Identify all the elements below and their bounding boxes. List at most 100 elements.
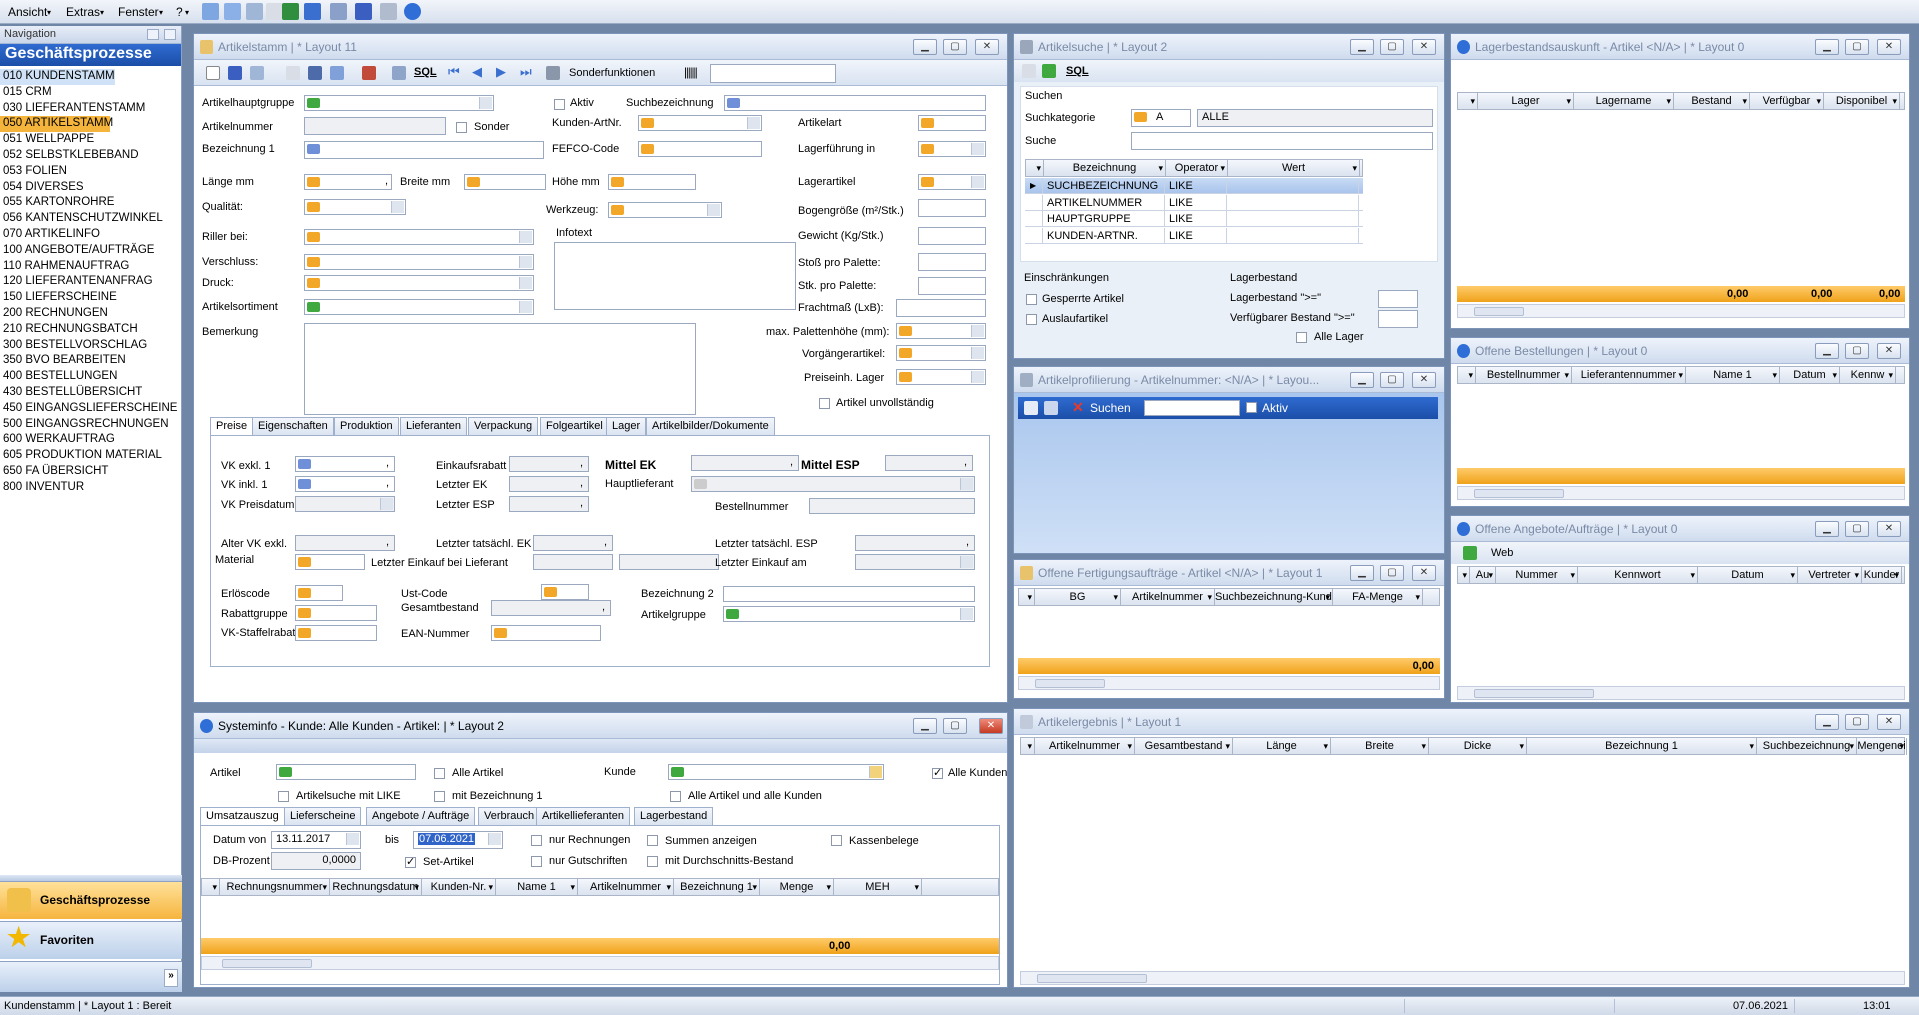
column-header[interactable]: Verfügbar: [1750, 93, 1824, 110]
kunde-input[interactable]: [668, 764, 884, 780]
column-header[interactable]: Lieferantennummer: [1572, 367, 1686, 384]
refresh-icon[interactable]: [202, 3, 219, 20]
column-header[interactable]: Kunder: [1862, 567, 1902, 584]
column-header[interactable]: Bestellnummer: [1476, 367, 1572, 384]
qualitaet-input[interactable]: [304, 199, 406, 215]
maximize-button[interactable]: ▢: [943, 39, 967, 55]
copy-icon[interactable]: [250, 66, 264, 80]
sonderfunktionen-menu[interactable]: Sonderfunktionen: [569, 67, 655, 79]
preiseinh-lager-input[interactable]: [896, 369, 986, 385]
nur-rechnungen-checkbox[interactable]: [531, 835, 542, 846]
ean-nummer-input[interactable]: [491, 625, 601, 641]
alle-kunden-checkbox[interactable]: [932, 766, 943, 779]
nav-item[interactable]: 053 FOLIEN: [0, 164, 181, 180]
letzter-lieferant-input-2[interactable]: [619, 554, 719, 570]
gesperrte-artikel-checkbox[interactable]: [1026, 294, 1037, 305]
druck-input[interactable]: [304, 275, 534, 291]
column-header[interactable]: Bezeichnung: [1044, 160, 1166, 177]
column-header[interactable]: Datum: [1698, 567, 1798, 584]
hauptlieferant-input[interactable]: [691, 476, 975, 492]
scrollbar-thumb[interactable]: [222, 959, 312, 968]
bestellungen-scrollbar[interactable]: [1457, 486, 1905, 500]
artikel-input[interactable]: [276, 764, 416, 780]
binoculars-icon[interactable]: [308, 66, 322, 80]
tab-item[interactable]: Produktion: [334, 417, 399, 435]
first-record-icon[interactable]: ⏮: [448, 64, 460, 80]
table-row[interactable]: ARTIKELNUMMER LIKE: [1025, 194, 1363, 211]
datum-bis-input[interactable]: 07.06.2021: [413, 831, 503, 849]
frachtmass-input[interactable]: [896, 299, 986, 317]
minimize-button[interactable]: ▁: [1815, 521, 1839, 537]
stk-input[interactable]: [918, 277, 986, 295]
nav-item[interactable]: 650 FA ÜBERSICHT: [0, 464, 181, 480]
tab-item[interactable]: Artikellieferanten: [536, 807, 630, 825]
nav-item[interactable]: 030 LIEFERANTENSTAMM: [0, 101, 181, 117]
bogengroesse-input[interactable]: [918, 199, 986, 217]
nav-item[interactable]: 605 PRODUKTION MATERIAL: [0, 448, 181, 464]
nav-item[interactable]: 600 WERKAUFTRAG: [0, 432, 181, 448]
chevron-down-icon[interactable]: [971, 143, 984, 155]
camera-icon[interactable]: [330, 3, 347, 20]
column-header[interactable]: Operator: [1166, 160, 1228, 177]
column-header[interactable]: Länge: [1233, 738, 1331, 755]
scrollbar-thumb[interactable]: [1035, 679, 1105, 688]
lagerartikel-input[interactable]: [918, 174, 986, 190]
bezeichnung-2-input[interactable]: [723, 586, 975, 602]
column-header[interactable]: Rechnungsdatum: [330, 879, 422, 896]
vk-exkl-input[interactable]: ,: [295, 456, 395, 472]
nav-item[interactable]: 430 BESTELLÜBERSICHT: [0, 385, 181, 401]
column-header[interactable]: Gesamtbestand: [1135, 738, 1233, 755]
bezeichnung-1-input[interactable]: [304, 141, 544, 159]
nav-item[interactable]: 110 RAHMENAUFTRAG: [0, 259, 181, 275]
calendar-icon[interactable]: [346, 833, 359, 845]
suchbezeichnung-input[interactable]: [724, 95, 986, 111]
tab-item[interactable]: Preise: [210, 417, 254, 436]
column-header[interactable]: Kennwort: [1578, 567, 1698, 584]
artikelnummer-input[interactable]: [304, 117, 446, 135]
info-icon[interactable]: [404, 3, 421, 20]
column-header[interactable]: Bezeichnung 1: [674, 879, 760, 896]
next-record-icon[interactable]: ▶: [496, 64, 506, 80]
letzter-tatsaechl-esp-input[interactable]: ,: [855, 535, 975, 551]
vk-inkl-input[interactable]: ,: [295, 476, 395, 492]
nav-item[interactable]: 450 EINGANGSLIEFERSCHEINE: [0, 401, 181, 417]
nav-item[interactable]: 300 BESTELLVORSCHLAG: [0, 338, 181, 354]
tab-item[interactable]: Lager: [606, 417, 647, 435]
lagerbestand-scrollbar[interactable]: [1457, 304, 1905, 318]
infotext-textarea[interactable]: [554, 242, 796, 310]
menu-fenster[interactable]: Fenster: [118, 5, 159, 19]
eraser-icon[interactable]: [286, 66, 300, 80]
nav-item[interactable]: 055 KARTONROHRE: [0, 195, 181, 211]
nav-item[interactable]: 050 ARTIKELSTAMM: [0, 116, 113, 133]
delete-icon[interactable]: ✕: [1072, 399, 1084, 416]
suche-input[interactable]: [1131, 132, 1433, 150]
einkaufsrabatt-input[interactable]: ,: [509, 456, 589, 472]
summen-anzeigen-checkbox[interactable]: [647, 835, 658, 846]
menu-help[interactable]: ?: [176, 5, 183, 19]
erloescode-input[interactable]: [295, 585, 343, 601]
previous-record-icon[interactable]: ◀: [472, 64, 482, 80]
save-icon[interactable]: [228, 66, 242, 80]
chevron-down-icon[interactable]: [707, 204, 720, 216]
column-header[interactable]: Disponibel: [1824, 93, 1900, 110]
column-header[interactable]: Kunden-Nr.: [422, 879, 496, 896]
column-header[interactable]: Suchbezeichnung-Kunde: [1215, 589, 1333, 606]
column-header[interactable]: Artikelnummer: [1121, 589, 1215, 606]
settings-icon[interactable]: [224, 3, 241, 20]
column-header[interactable]: Bezeichnung 1: [1527, 738, 1757, 755]
chevron-down-icon[interactable]: [519, 277, 532, 289]
vorgaengerartikel-input[interactable]: [896, 345, 986, 361]
tab-item[interactable]: Artikelbilder/Dokumente: [646, 417, 775, 435]
letzter-lieferant-input-1[interactable]: [533, 554, 613, 570]
fertigung-scrollbar[interactable]: [1018, 676, 1440, 690]
vk-preisdatum-input[interactable]: [295, 496, 395, 512]
fefco-code-input[interactable]: [638, 141, 762, 157]
nav-item[interactable]: 056 KANTENSCHUTZWINKEL: [0, 211, 181, 227]
table-row[interactable]: ▶ SUCHBEZEICHNUNG LIKE: [1025, 178, 1363, 194]
chevron-down-icon[interactable]: [971, 347, 984, 359]
sql-button[interactable]: SQL: [414, 66, 437, 78]
tab-item[interactable]: Lieferanten: [400, 417, 468, 435]
maximize-button[interactable]: ▢: [1380, 372, 1404, 388]
mittel-esp-input[interactable]: ,: [885, 455, 973, 471]
chevron-down-icon[interactable]: [391, 201, 404, 213]
